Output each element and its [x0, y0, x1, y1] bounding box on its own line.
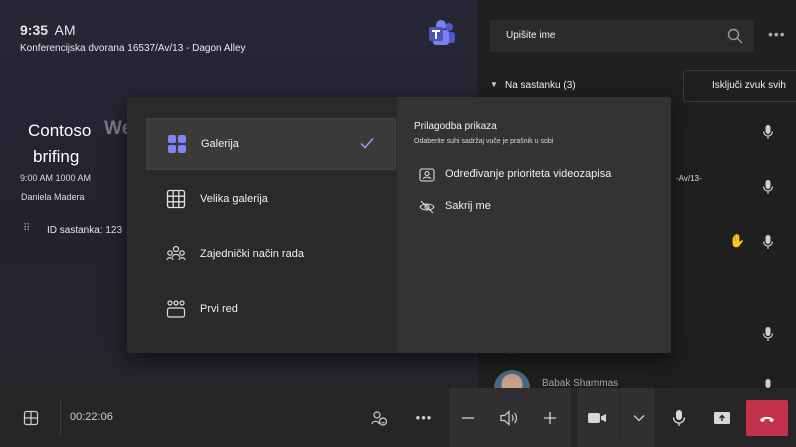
gallery-icon [168, 135, 186, 153]
layout-options: Galerija Velika galerija Zajednički nači… [127, 97, 397, 353]
layout-option-label: Velika galerija [200, 193, 268, 205]
organization-name: Contoso [28, 121, 92, 140]
share-screen-icon [714, 411, 730, 424]
call-timer: 00:22:06 [70, 411, 113, 423]
call-toolbar: 00:22:06 ••• [0, 388, 796, 447]
volume-controls [449, 388, 571, 447]
chevron-down-icon[interactable]: ▼ [490, 80, 498, 89]
layout-option-together-mode[interactable]: Zajednički način rada [146, 229, 394, 279]
participant-mic-icon[interactable] [762, 234, 774, 250]
microphone-button[interactable] [662, 388, 696, 447]
meeting-topic: brifing [33, 147, 80, 166]
video-camera-icon [588, 412, 606, 423]
share-button[interactable] [705, 388, 739, 447]
toolbar-divider [60, 400, 61, 435]
large-gallery-icon [166, 189, 186, 209]
adjust-view-subtitle: Odaberite suhi sadržaj vuče je prašnik u… [414, 138, 554, 145]
microphone-icon [672, 409, 686, 426]
layout-option-gallery[interactable]: Galerija [146, 118, 396, 170]
checkmark-icon [360, 138, 374, 149]
minus-icon [462, 416, 474, 419]
raised-hand-icon: ✋ [729, 233, 746, 248]
front-row-icon [166, 300, 186, 318]
toolbar-divider [620, 396, 621, 439]
layout-button[interactable] [16, 388, 46, 447]
hide-me-label: Sakrij me [445, 200, 491, 212]
in-meeting-section-title[interactable]: Na sastanku (3) [505, 80, 576, 91]
layout-grid-icon [23, 410, 39, 425]
room-name: Konferencijska dvorana 16537/Av/13 - Dag… [20, 43, 246, 54]
dialpad-icon: ⠿ [23, 223, 31, 234]
camera-button[interactable] [577, 388, 617, 447]
prioritize-video-icon [419, 168, 435, 182]
participant-mic-icon[interactable] [762, 326, 774, 342]
camera-controls [577, 388, 655, 447]
reactions-button[interactable] [364, 388, 394, 447]
hang-up-button[interactable] [746, 400, 788, 436]
search-input[interactable]: Upišite ime [490, 20, 754, 52]
meeting-time-range: 9:00 AM 1000 AM [20, 173, 92, 183]
speaker-button[interactable] [490, 388, 528, 447]
volume-up-button[interactable] [531, 388, 569, 447]
teams-logo-icon [429, 20, 455, 45]
layout-option-label: Galerija [201, 138, 239, 150]
hang-up-icon [760, 416, 774, 422]
adjust-view-title: Prilagodba prikaza [414, 121, 497, 132]
clock: 9:35 AM [20, 22, 75, 40]
search-placeholder: Upišite ime [506, 30, 556, 41]
layout-option-label: Prvi red [200, 303, 238, 315]
layout-option-label: Zajednički način rada [200, 248, 304, 260]
more-actions-icon[interactable]: ••• [410, 388, 438, 447]
together-mode-icon [166, 245, 186, 261]
layout-flyout: Galerija Velika galerija Zajednički nači… [127, 97, 671, 353]
layout-option-front-row[interactable]: Prvi red [146, 284, 394, 334]
meeting-id: ID sastanka: 123 [47, 225, 123, 236]
meeting-organizer: Daniela Madera [21, 192, 85, 202]
volume-down-button[interactable] [449, 388, 487, 447]
plus-icon [544, 411, 556, 424]
mute-all-label: Isključi zvuk svih [712, 80, 786, 91]
reactions-icon [371, 410, 388, 426]
participant-partial-text: -Av/13- [676, 174, 702, 183]
search-icon[interactable] [726, 27, 744, 45]
participant-mic-icon[interactable] [762, 124, 774, 140]
clock-ampm: AM [54, 22, 76, 38]
mute-all-button[interactable]: Isključi zvuk svih [683, 70, 796, 102]
prioritize-video-label: Određivanje prioriteta videozapisa [445, 168, 612, 180]
camera-options-button[interactable] [623, 388, 655, 447]
adjust-view-panel: Prilagodba prikaza Odaberite suhi sadrža… [397, 97, 671, 353]
chevron-down-icon [633, 414, 645, 421]
participant-mic-icon[interactable] [762, 179, 774, 195]
more-options-icon[interactable]: ••• [768, 26, 786, 42]
clock-time: 9:35 [20, 22, 49, 38]
hide-me-icon [419, 200, 435, 214]
speaker-icon [500, 409, 518, 426]
layout-option-large-gallery[interactable]: Velika galerija [146, 174, 394, 224]
